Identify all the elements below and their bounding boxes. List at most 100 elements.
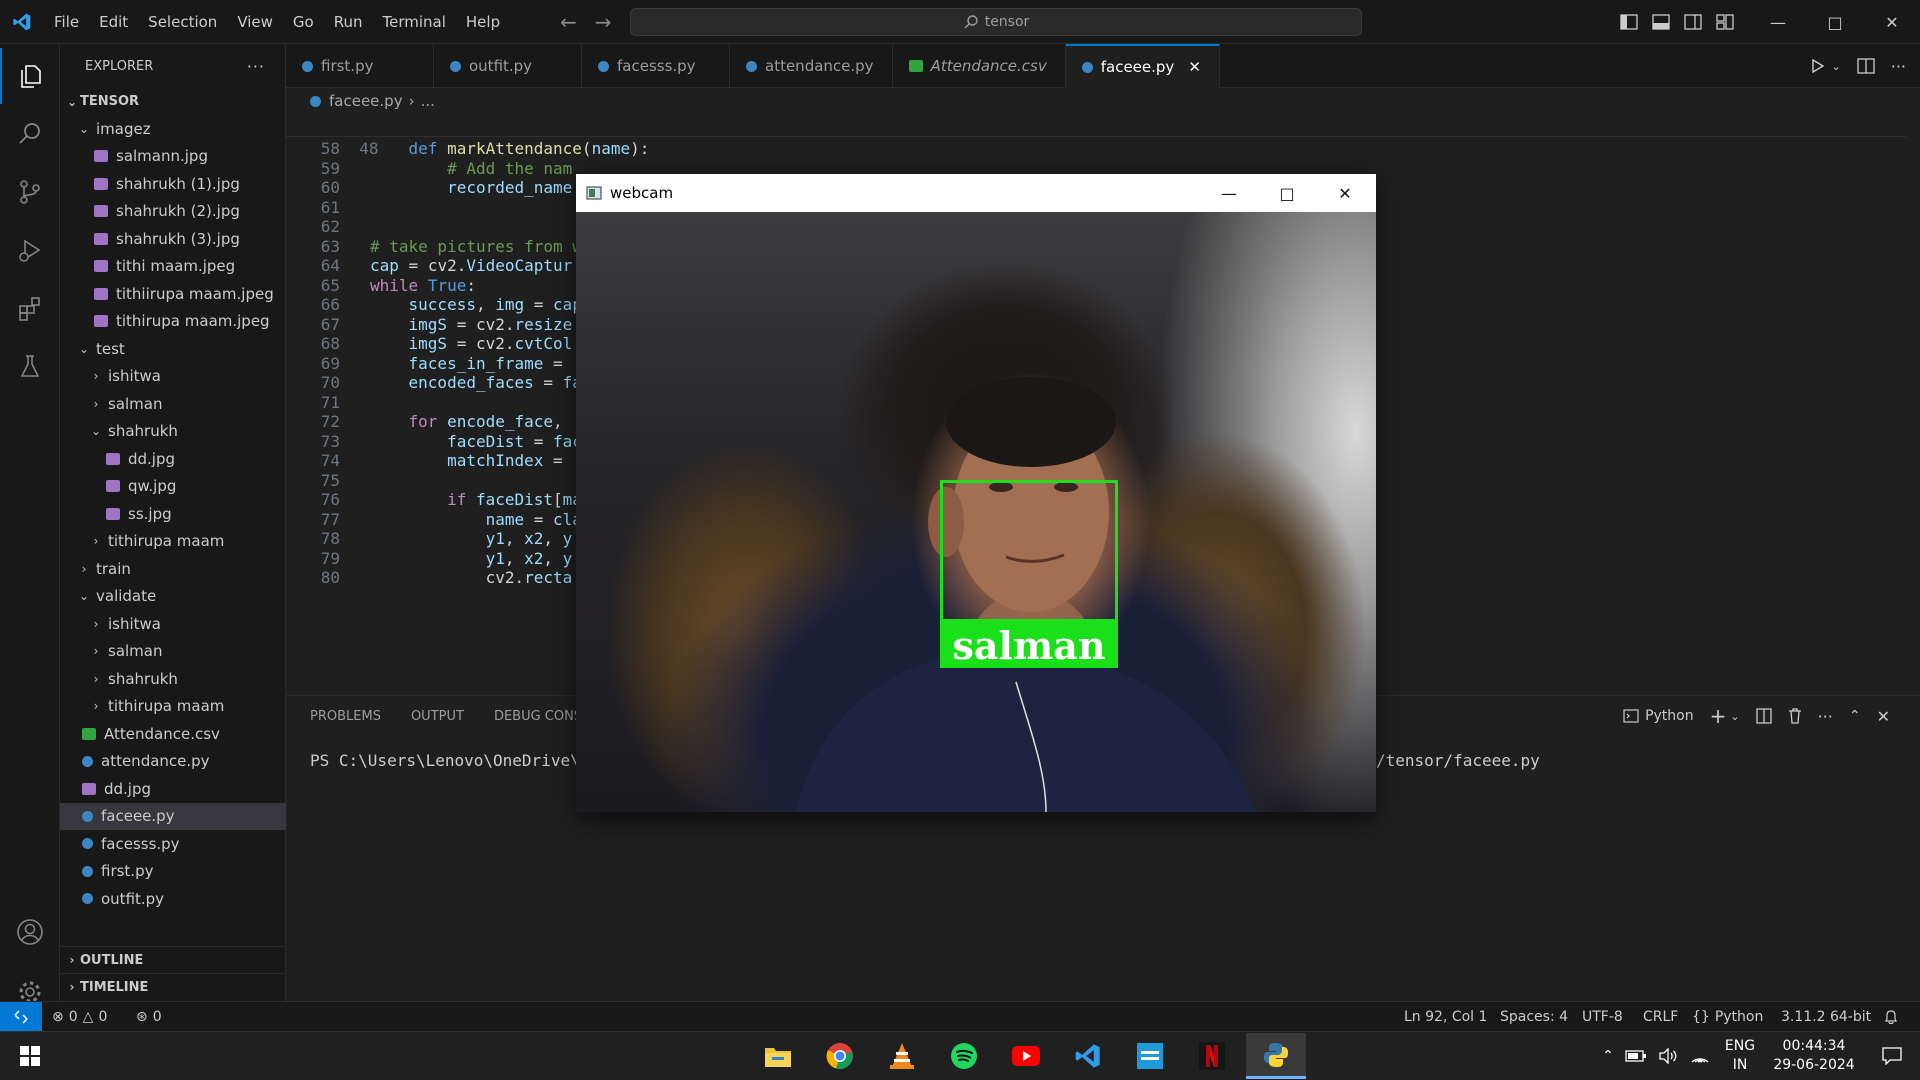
tree-folder[interactable]: ⌄ shahrukh (60, 418, 286, 445)
tree-file[interactable]: shahrukh (3).jpg (60, 225, 286, 252)
testing-flask-icon[interactable] (0, 338, 60, 394)
trash-icon[interactable] (1788, 708, 1802, 724)
vlc-icon[interactable] (874, 1033, 930, 1079)
tree-file[interactable]: salmann.jpg (60, 143, 286, 170)
close-button[interactable]: ✕ (1863, 0, 1920, 44)
menu-selection[interactable]: Selection (138, 0, 227, 44)
command-center-search[interactable]: tensor (630, 8, 1362, 36)
minimize-button[interactable]: — (1749, 0, 1807, 44)
input-language[interactable]: ENG IN (1718, 1037, 1762, 1075)
tree-file[interactable]: Attendance.csv (60, 720, 286, 747)
new-terminal-plus-icon[interactable]: + (1710, 704, 1727, 728)
toggle-panel-icon[interactable] (1652, 14, 1670, 30)
webcam-window[interactable]: webcam — □ ✕ salman (576, 174, 1376, 812)
cursor-position[interactable]: Ln 92, Col 1 (1404, 1002, 1487, 1032)
volume-icon[interactable] (1654, 1033, 1682, 1079)
tree-file[interactable]: attendance.py (60, 748, 286, 775)
webcam-maximize-button[interactable]: □ (1258, 174, 1316, 212)
tree-file[interactable]: tithi maam.jpeg (60, 253, 286, 280)
tree-file[interactable]: shahrukh (2).jpg (60, 198, 286, 225)
spotify-icon[interactable] (936, 1033, 992, 1079)
tree-folder[interactable]: › salman (60, 390, 286, 417)
tree-folder[interactable]: ⌄ test (60, 335, 286, 362)
panel-tab[interactable]: PROBLEMS (310, 709, 381, 724)
prime-video-icon[interactable] (1122, 1033, 1178, 1079)
tree-file[interactable]: ss.jpg (60, 500, 286, 527)
more-actions-icon[interactable]: ··· (1891, 57, 1906, 76)
more-actions-icon[interactable]: ··· (247, 57, 265, 76)
indentation[interactable]: Spaces: 4 (1500, 1002, 1568, 1032)
customize-layout-icon[interactable] (1716, 14, 1734, 30)
tree-folder[interactable]: › tithirupa maam (60, 528, 286, 555)
outline-section[interactable]: › OUTLINE (60, 946, 286, 973)
search-icon[interactable] (0, 106, 60, 162)
toggle-primary-sidebar-icon[interactable] (1620, 14, 1638, 30)
menu-run[interactable]: Run (324, 0, 373, 44)
file-explorer-icon[interactable] (750, 1033, 806, 1079)
more-actions-icon[interactable]: ··· (1818, 707, 1833, 726)
tree-file[interactable]: facesss.py (60, 830, 286, 857)
menu-help[interactable]: Help (456, 0, 510, 44)
editor-tab[interactable]: Attendance.csv (893, 44, 1066, 88)
notifications-bell-icon[interactable] (1884, 1002, 1898, 1032)
run-debug-icon[interactable] (0, 222, 60, 278)
python-interpreter[interactable]: 3.11.2 64-bit (1781, 1002, 1871, 1032)
vscode-taskbar-icon[interactable] (1060, 1033, 1116, 1079)
tree-file[interactable]: outfit.py (60, 885, 286, 912)
clock[interactable]: 00:44:34 29-06-2024 (1766, 1037, 1862, 1075)
chevron-down-icon[interactable]: ⌄ (1832, 60, 1841, 73)
netflix-icon[interactable] (1184, 1033, 1240, 1079)
notifications-icon[interactable] (1872, 1033, 1912, 1079)
breadcrumb-file[interactable]: faceee.py (329, 92, 403, 110)
source-control-icon[interactable] (0, 164, 60, 220)
youtube-icon[interactable] (998, 1033, 1054, 1079)
tree-file[interactable]: first.py (60, 858, 286, 885)
problems-status[interactable]: ⊗ 0 △ 0 (52, 1002, 107, 1032)
remote-indicator-icon[interactable] (0, 1002, 42, 1032)
tree-folder[interactable]: ⌄ validate (60, 583, 286, 610)
encoding[interactable]: UTF-8 (1582, 1002, 1623, 1032)
maximize-panel-chevron-up-icon[interactable]: ⌃ (1849, 708, 1861, 724)
editor-tab[interactable]: facesss.py (582, 44, 730, 88)
tree-file[interactable]: dd.jpg (60, 775, 286, 802)
forward-arrow-icon[interactable]: → (595, 10, 612, 34)
close-panel-icon[interactable]: ✕ (1877, 707, 1890, 726)
terminal-profile[interactable]: Python (1623, 708, 1694, 724)
windows-start-icon[interactable] (2, 1033, 58, 1079)
terminal-output-tail[interactable]: /tensor/faceee.py (1376, 751, 1540, 770)
end-of-line[interactable]: CRLF (1643, 1002, 1678, 1032)
explorer-icon[interactable] (0, 48, 60, 104)
menu-terminal[interactable]: Terminal (373, 0, 456, 44)
menu-view[interactable]: View (227, 0, 283, 44)
split-editor-icon[interactable] (1857, 58, 1875, 74)
toggle-secondary-sidebar-icon[interactable] (1684, 14, 1702, 30)
tree-file[interactable]: qw.jpg (60, 473, 286, 500)
tree-file[interactable]: tithiirupa maam.jpeg (60, 280, 286, 307)
menu-file[interactable]: File (44, 0, 89, 44)
editor-tab[interactable]: first.py (286, 44, 434, 88)
tree-file[interactable]: faceee.py (60, 802, 286, 830)
tree-folder[interactable]: › tithirupa maam (60, 693, 286, 720)
tree-folder[interactable]: › salman (60, 638, 286, 665)
battery-icon[interactable] (1622, 1033, 1650, 1079)
menu-go[interactable]: Go (283, 0, 324, 44)
split-terminal-icon[interactable] (1755, 708, 1772, 724)
chevron-down-icon[interactable]: ⌄ (1730, 710, 1739, 723)
editor-tab[interactable]: outfit.py (434, 44, 582, 88)
extensions-icon[interactable] (0, 280, 60, 336)
tree-folder[interactable]: › ishitwa (60, 363, 286, 390)
panel-tab[interactable]: OUTPUT (411, 709, 464, 724)
back-arrow-icon[interactable]: ← (560, 10, 577, 34)
tree-file[interactable]: shahrukh (1).jpg (60, 170, 286, 197)
close-tab-icon[interactable]: ✕ (1188, 58, 1201, 76)
ports-status[interactable]: ⊛ 0 (136, 1002, 162, 1032)
show-hidden-icons-chevron-up-icon[interactable]: ⌃ (1596, 1033, 1620, 1079)
tree-file[interactable]: tithirupa maam.jpeg (60, 308, 286, 335)
chrome-icon[interactable] (812, 1033, 868, 1079)
run-python-file-icon[interactable] (1810, 58, 1826, 74)
tree-folder[interactable]: › shahrukh (60, 665, 286, 692)
editor-tab[interactable]: attendance.py (730, 44, 893, 88)
webcam-close-button[interactable]: ✕ (1316, 174, 1374, 212)
tree-folder[interactable]: › train (60, 555, 286, 582)
code-line[interactable]: 80 cv2.recta (286, 566, 573, 590)
